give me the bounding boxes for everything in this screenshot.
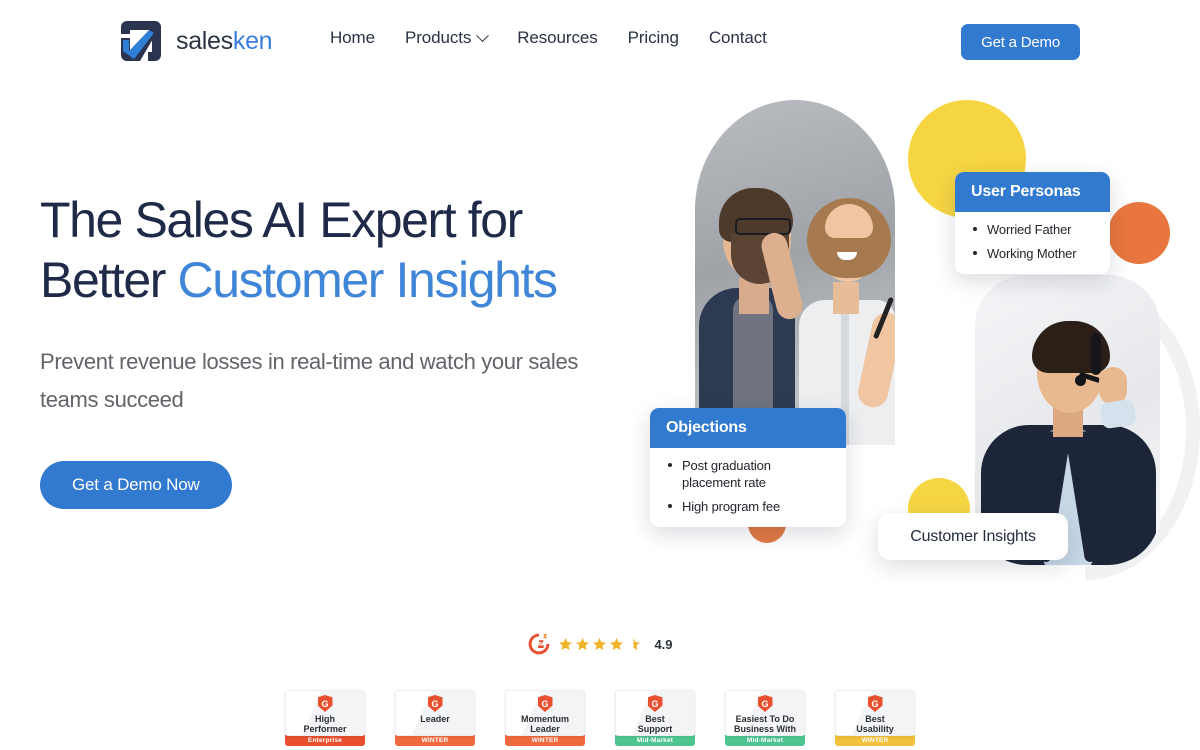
list-item: Worried Father xyxy=(973,221,1094,238)
badge-momentum-leader: G Momentum Leader WINTER xyxy=(505,690,585,746)
g2-shield-icon: G xyxy=(427,695,443,712)
g2-shield-icon: G xyxy=(867,695,883,712)
nav-label-products: Products xyxy=(404,28,472,47)
g2-shield-icon: G xyxy=(537,695,553,712)
badge-title: Momentum Leader xyxy=(521,714,569,735)
nav-label-resources: Resources xyxy=(517,28,598,47)
badge-high-performer: G High Performer Enterprise xyxy=(285,690,365,746)
nav-item-products[interactable]: Products xyxy=(404,28,490,48)
customer-insights-card: Customer Insights xyxy=(878,513,1068,560)
g2-rating: 4.9 xyxy=(0,632,1200,656)
nav-item-pricing[interactable]: Pricing xyxy=(628,28,679,48)
headline-line2-accent: Customer Insights xyxy=(177,252,559,308)
user-personas-card: User Personas Worried Father Working Mot… xyxy=(955,172,1110,275)
badge-title: Leader xyxy=(420,714,450,724)
star-icon xyxy=(559,637,573,650)
get-a-demo-button[interactable]: Get a Demo xyxy=(961,24,1080,60)
landing-page: salesken Home Products Resources Pricing… xyxy=(0,0,1200,750)
star-icon xyxy=(610,637,624,650)
badge-title: Best Support xyxy=(637,714,673,735)
badge-ribbon: Mid-Market xyxy=(725,735,805,746)
star-icon xyxy=(593,637,607,650)
nav-item-resources[interactable]: Resources xyxy=(517,28,597,48)
team-photo xyxy=(695,100,895,445)
g2-shield-icon: G xyxy=(757,695,773,712)
chevron-down-icon xyxy=(476,28,490,42)
badge-ribbon: WINTER xyxy=(395,735,475,746)
badge-easiest-to-do-business-with: G Easiest To Do Business With Mid-Market xyxy=(725,690,805,746)
list-item: Working Mother xyxy=(973,245,1094,262)
brand-logo[interactable]: salesken xyxy=(118,18,273,64)
list-item: Post graduation placement rate xyxy=(668,457,830,491)
objections-list: Post graduation placement rate High prog… xyxy=(650,448,846,527)
orange-circle-decoration xyxy=(1108,202,1170,264)
nav-label-contact: Contact xyxy=(708,28,767,47)
badge-title: High Performer xyxy=(303,714,347,735)
get-a-demo-now-button[interactable]: Get a Demo Now xyxy=(40,460,232,509)
main-navigation: Home Products Resources Pricing Contact xyxy=(330,28,767,48)
badge-best-usability: G Best Usability WINTER xyxy=(835,690,915,746)
user-personas-card-title: User Personas xyxy=(955,172,1110,212)
nav-label-home: Home xyxy=(330,28,375,47)
brand-name-part1: sales xyxy=(176,26,233,55)
salesken-logo-icon xyxy=(118,18,164,64)
hero-text-block: The Sales AI Expert for Better Customer … xyxy=(40,190,620,509)
headline-line1: The Sales AI Expert for xyxy=(40,192,523,248)
badge-ribbon: WINTER xyxy=(505,735,585,746)
badge-title: Best Usability xyxy=(856,714,894,735)
hero-subheadline: Prevent revenue losses in real-time and … xyxy=(40,349,579,412)
g2-shield-icon: G xyxy=(317,695,333,712)
star-icon xyxy=(576,637,590,650)
rating-value: 4.9 xyxy=(654,636,673,652)
badge-title: Easiest To Do Business With xyxy=(734,714,796,735)
badge-ribbon: Mid-Market xyxy=(615,735,695,746)
nav-item-contact[interactable]: Contact xyxy=(709,28,767,48)
badge-best-support: G Best Support Mid-Market xyxy=(615,690,695,746)
star-rating xyxy=(558,637,641,652)
g2-logo-icon xyxy=(527,632,551,656)
site-header: salesken Home Products Resources Pricing… xyxy=(0,0,1200,84)
brand-name-part2: ken xyxy=(232,26,273,55)
g2-badges: G High Performer Enterprise G Leader WINT… xyxy=(0,690,1200,746)
badge-leader: G Leader WINTER xyxy=(395,690,475,746)
nav-label-pricing: Pricing xyxy=(627,28,679,47)
user-personas-list: Worried Father Working Mother xyxy=(955,212,1110,274)
nav-item-home[interactable]: Home xyxy=(330,28,375,48)
star-half-icon xyxy=(633,637,641,650)
headline-line2-plain: Better xyxy=(40,252,178,308)
list-item: High program fee xyxy=(668,498,830,515)
badge-ribbon: Enterprise xyxy=(285,735,365,746)
objections-card-title: Objections xyxy=(650,408,846,448)
page-title: The Sales AI Expert for Better Customer … xyxy=(40,190,620,310)
brand-wordmark: salesken xyxy=(176,26,273,56)
badge-ribbon: WINTER xyxy=(835,735,915,746)
objections-card: Objections Post graduation placement rat… xyxy=(650,408,846,528)
g2-shield-icon: G xyxy=(647,695,663,712)
